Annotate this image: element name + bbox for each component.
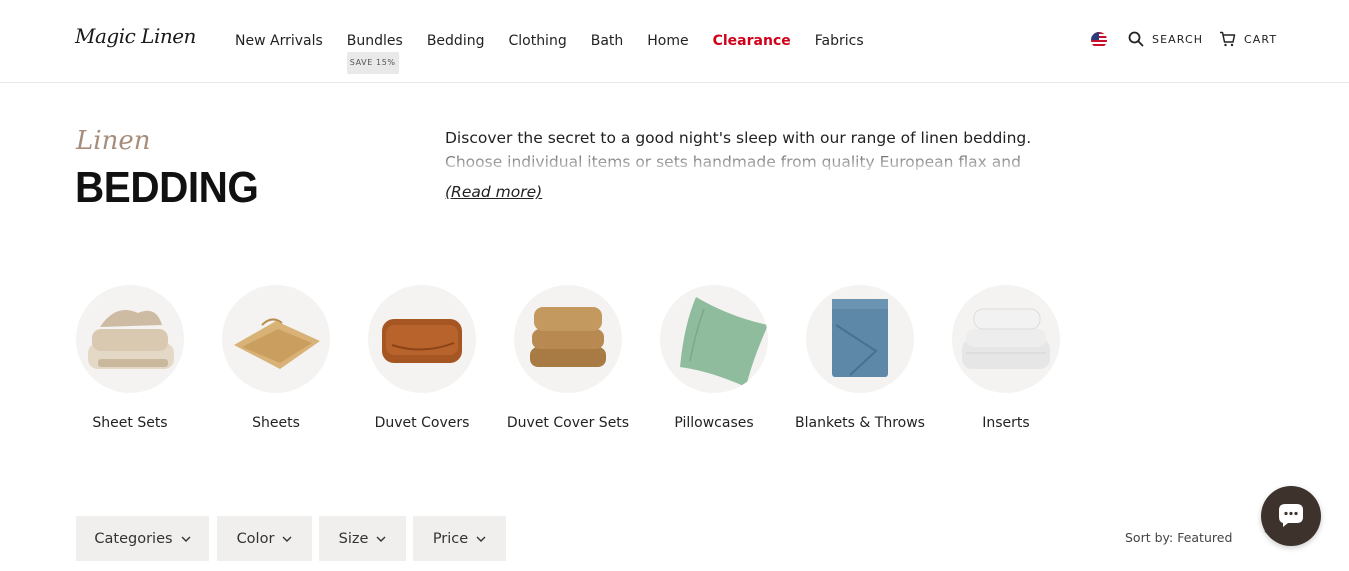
search-button[interactable]: SEARCH [1128, 31, 1203, 47]
category-label: Duvet Covers [374, 415, 470, 431]
category-image [806, 285, 914, 393]
category-label: Sheet Sets [92, 415, 168, 431]
category-duvet-cover-sets[interactable]: Duvet Cover Sets [507, 285, 629, 435]
category-sheets[interactable]: Sheets [222, 285, 330, 435]
nav-label: Home [647, 33, 689, 49]
search-icon [1128, 31, 1144, 47]
category-image [660, 285, 768, 393]
site-header: Magic Linen New Arrivals Bundles SAVE 15… [0, 0, 1349, 83]
category-label: Pillowcases [674, 415, 754, 431]
duvet-cover-sets-image [530, 307, 606, 367]
sheet-sets-image [88, 310, 174, 369]
nav-label: Clearance [712, 33, 791, 49]
nav-item-new-arrivals[interactable]: New Arrivals [235, 31, 323, 51]
sheets-image [234, 318, 320, 369]
filter-label: Size [338, 530, 369, 547]
chevron-down-icon [476, 536, 486, 542]
logo[interactable]: Magic Linen [75, 16, 196, 66]
category-image [76, 285, 184, 393]
category-label: Inserts [982, 415, 1030, 431]
flag-canton [1091, 32, 1099, 40]
nav-item-fabrics[interactable]: Fabrics [815, 31, 864, 51]
category-label: Blankets & Throws [795, 415, 925, 431]
filter-price[interactable]: Price [413, 516, 506, 561]
nav-item-home[interactable]: Home [647, 31, 688, 51]
category-image [222, 285, 330, 393]
inserts-image [962, 308, 1050, 369]
filter-label: Color [236, 530, 275, 547]
category-duvet-covers[interactable]: Duvet Covers [368, 285, 476, 435]
category-inserts[interactable]: Inserts [952, 285, 1060, 435]
category-sheet-sets[interactable]: Sheet Sets [76, 285, 184, 435]
nav-item-clothing[interactable]: Clothing [508, 31, 566, 51]
nav-label: Bundles [346, 33, 403, 49]
cart-icon [1220, 31, 1236, 47]
cart-button[interactable]: CART [1219, 31, 1277, 47]
category-label: Sheets [252, 415, 300, 431]
pillowcases-image [680, 297, 768, 387]
category-image [952, 285, 1060, 393]
nav-item-clearance[interactable]: Clearance [713, 31, 791, 51]
cart-label: CART [1244, 32, 1278, 46]
script-subtitle: Linen [76, 126, 151, 156]
logo-text: Magic Linen [75, 24, 196, 48]
nav-label: Bath [590, 33, 624, 49]
category-image [368, 285, 476, 393]
nav-item-bath[interactable]: Bath [591, 31, 624, 51]
search-label: SEARCH [1152, 32, 1204, 46]
sort-dropdown[interactable]: Sort by: Featured [1125, 530, 1232, 545]
nav-label: Fabrics [814, 33, 864, 49]
category-label: Duvet Cover Sets [506, 415, 630, 431]
main-nav: New Arrivals Bundles SAVE 15% Bedding Cl… [235, 31, 864, 74]
chevron-down-icon [376, 536, 386, 542]
chat-widget-button[interactable] [1261, 486, 1321, 546]
category-blankets-throws[interactable]: Blankets & Throws [795, 285, 925, 435]
category-description: Discover the secret to a good night's sl… [445, 129, 1032, 171]
filter-categories[interactable]: Categories [76, 516, 209, 561]
blankets-throws-image [832, 299, 888, 377]
read-more-link[interactable]: (Read more) [445, 183, 542, 201]
nav-label: Bedding [426, 33, 485, 49]
nav-label: New Arrivals [235, 33, 323, 49]
nav-label: Clothing [508, 33, 567, 49]
filter-color[interactable]: Color [217, 516, 312, 561]
category-image [514, 285, 622, 393]
save-badge: SAVE 15% [346, 52, 399, 74]
nav-item-bedding[interactable]: Bedding [427, 31, 485, 51]
category-pillowcases[interactable]: Pillowcases [660, 285, 768, 435]
us-flag-icon[interactable] [1091, 32, 1107, 48]
nav-item-bundles[interactable]: Bundles SAVE 15% [346, 31, 403, 74]
page-title: BEDDING [75, 163, 259, 212]
filter-size[interactable]: Size [319, 516, 406, 561]
filter-label: Categories [94, 530, 173, 547]
chevron-down-icon [181, 536, 191, 542]
chat-bubble-icon [1279, 504, 1303, 527]
duvet-covers-image [382, 319, 462, 363]
filter-label: Price [432, 530, 469, 547]
chevron-down-icon [282, 536, 292, 542]
